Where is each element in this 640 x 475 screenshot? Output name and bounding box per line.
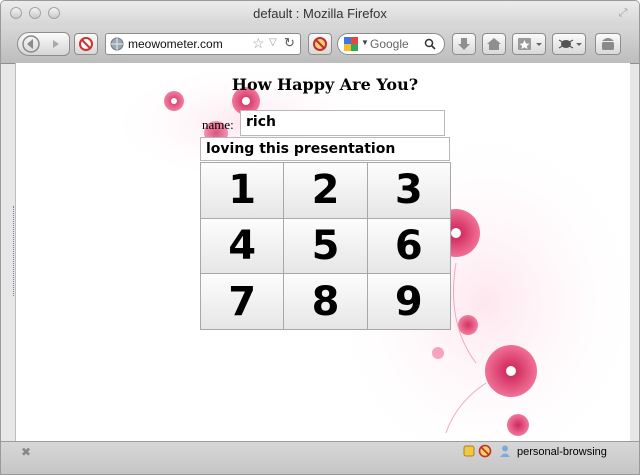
noscript-button[interactable]: [308, 33, 332, 55]
back-forward-group: [17, 32, 71, 56]
forbidden-icon: [313, 37, 327, 51]
address-bar[interactable]: meowometer.com ☆ ▽ ↻: [105, 33, 301, 55]
downloads-button[interactable]: [452, 33, 476, 55]
window-title: default : Mozilla Firefox: [253, 6, 387, 21]
message-input[interactable]: loving this presentation: [200, 137, 450, 161]
home-icon: [487, 38, 501, 50]
back-arrow-icon: [22, 35, 40, 53]
search-input[interactable]: Google: [370, 37, 409, 51]
android-button[interactable]: [595, 33, 621, 55]
name-label: name:: [202, 117, 234, 132]
globe-icon: [110, 37, 124, 51]
key-7-button[interactable]: 7: [200, 273, 285, 330]
bug-icon: [558, 39, 582, 49]
engine-dropdown-icon[interactable]: ▼: [361, 38, 369, 47]
addon-badge-icon[interactable]: [463, 445, 475, 457]
bookmarks-button[interactable]: [512, 33, 546, 55]
forward-button[interactable]: [44, 32, 70, 56]
close-status-icon[interactable]: ✖: [21, 445, 31, 459]
extension-button[interactable]: [552, 33, 586, 55]
page-content: How Happy Are You? name: rich loving thi…: [15, 63, 630, 441]
android-icon: [602, 38, 614, 50]
no-script-icon: [79, 37, 93, 51]
download-arrow-icon: [458, 38, 470, 50]
key-1-button[interactable]: 1: [200, 162, 285, 219]
happiness-keypad: 1 2 3 4 5 6 7 8 9: [200, 162, 451, 330]
title-bar: default : Mozilla Firefox ⤢: [1, 1, 639, 25]
google-icon: [344, 37, 358, 51]
bookmarks-star-icon: [518, 38, 542, 50]
profile-user-icon[interactable]: [498, 444, 512, 458]
key-5-button[interactable]: 5: [283, 217, 368, 275]
reload-icon[interactable]: ↻: [284, 35, 295, 51]
back-button[interactable]: [17, 32, 45, 56]
navigation-toolbar: meowometer.com ☆ ▽ ↻ ▼ Google: [1, 25, 639, 64]
name-input[interactable]: rich: [240, 110, 445, 136]
status-bar: ✖ personal-browsing: [1, 441, 639, 474]
browser-window: default : Mozilla Firefox ⤢ meowometer.c…: [0, 0, 640, 475]
forward-arrow-icon: [53, 40, 59, 48]
magnifier-icon[interactable]: [424, 38, 436, 50]
fullscreen-icon[interactable]: ⤢: [617, 7, 629, 19]
key-2-button[interactable]: 2: [283, 162, 368, 219]
key-6-button[interactable]: 6: [366, 217, 451, 275]
home-button[interactable]: [482, 33, 506, 55]
url-text[interactable]: meowometer.com: [128, 37, 223, 51]
profile-name[interactable]: personal-browsing: [517, 446, 607, 458]
bookmark-star-icon[interactable]: ☆: [252, 35, 265, 52]
key-8-button[interactable]: 8: [283, 273, 368, 330]
key-9-button[interactable]: 9: [366, 273, 451, 330]
search-bar[interactable]: ▼ Google: [337, 33, 445, 55]
history-dropdown-icon[interactable]: ▽: [269, 37, 277, 48]
stop-button[interactable]: [74, 33, 98, 55]
key-4-button[interactable]: 4: [200, 217, 285, 275]
page-heading: How Happy Are You?: [231, 75, 419, 94]
key-3-button[interactable]: 3: [366, 162, 451, 219]
noscript-status-icon[interactable]: [478, 444, 492, 458]
